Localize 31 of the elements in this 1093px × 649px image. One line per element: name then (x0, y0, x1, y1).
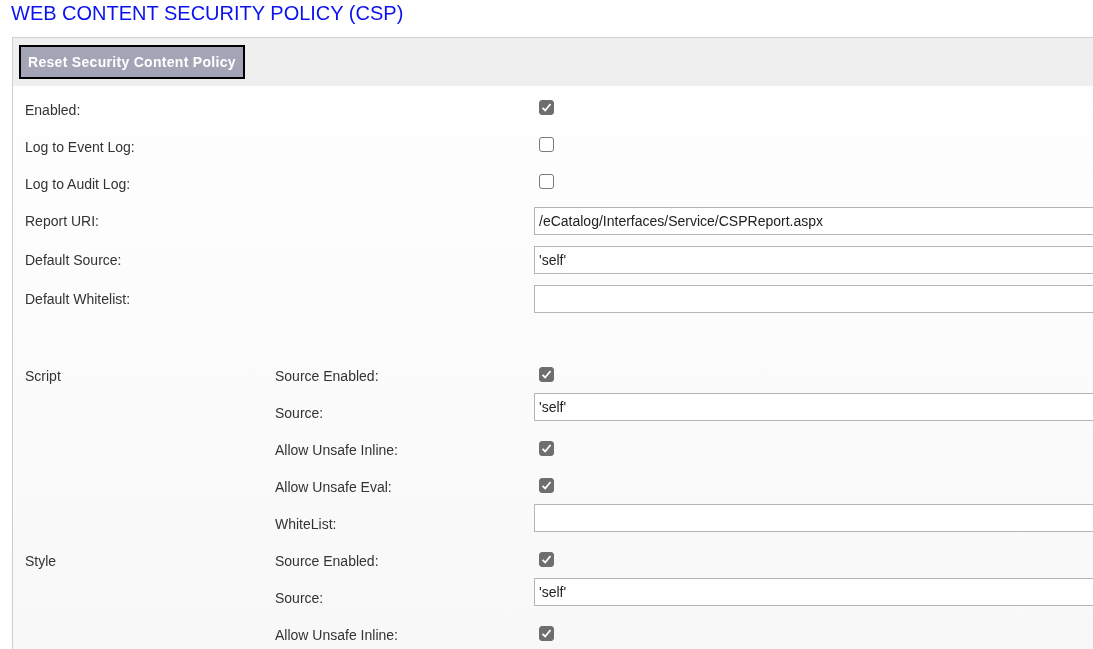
group-label: Script (25, 368, 61, 384)
field-label: Source Enabled: (275, 553, 379, 569)
group-label: Style (25, 553, 57, 569)
text-field[interactable]: 'self' (534, 393, 1093, 421)
field-label: Source: (275, 405, 324, 421)
field-label: Source: (275, 590, 324, 606)
field-label: Log to Event Log: (25, 139, 135, 155)
text-field[interactable]: 'self' (534, 578, 1093, 606)
field-label: Report URI: (25, 213, 99, 229)
field-label: Allow Unsafe Inline: (275, 627, 398, 643)
checkbox[interactable] (539, 100, 554, 115)
field-label: Default Source: (25, 252, 122, 268)
page-title: WEB CONTENT SECURITY POLICY (CSP) (11, 1, 404, 25)
text-field[interactable]: /eCatalog/Interfaces/Service/CSPReport.aspx (534, 207, 1093, 235)
checkbox[interactable] (539, 174, 554, 189)
field-label: Allow Unsafe Inline: (275, 442, 398, 458)
checkbox[interactable] (539, 552, 554, 567)
field-label: WhiteList: (275, 516, 337, 532)
field-label: Log to Audit Log: (25, 176, 131, 192)
checkbox[interactable] (539, 441, 554, 456)
checkbox[interactable] (539, 137, 554, 152)
text-field[interactable]: 'self' (534, 246, 1093, 274)
field-label: Enabled: (25, 102, 81, 118)
checkbox[interactable] (539, 478, 554, 493)
text-field[interactable] (534, 285, 1093, 313)
field-label: Source Enabled: (275, 368, 379, 384)
field-label: Allow Unsafe Eval: (275, 479, 392, 495)
checkbox[interactable] (539, 367, 554, 382)
text-field[interactable] (534, 504, 1093, 532)
checkbox[interactable] (539, 626, 554, 641)
field-label: Default Whitelist: (25, 291, 131, 307)
